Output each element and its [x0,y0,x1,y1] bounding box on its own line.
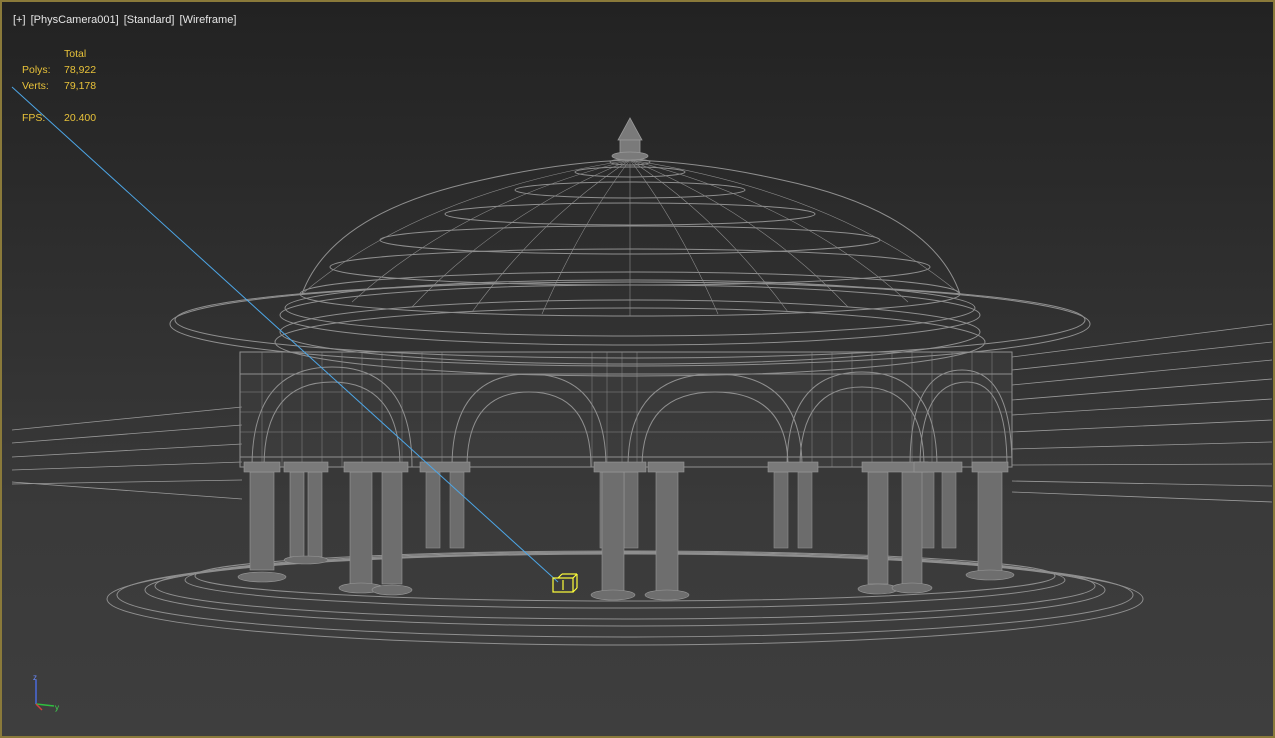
viewport-general-menu[interactable]: [+] [12,14,27,26]
verts-value: 79,178 [64,80,97,92]
gazebo-arcade [239,351,1013,468]
dome-finial [611,117,649,161]
viewport-standard-menu[interactable]: [Standard] [123,14,176,26]
verts-label: Verts: [22,80,49,92]
viewport-camera-wireframe[interactable]: [+] [PhysCamera001] [Standard] [Wirefram… [0,0,1275,738]
axis-y-label: y [55,703,59,712]
polys-label: Polys: [22,64,51,76]
viewport-shading-menu[interactable]: [Wireframe] [179,14,238,26]
viewport-label-menu: [+] [PhysCamera001] [Standard] [Wirefram… [12,14,237,26]
axis-tripod-icon: z y [33,674,59,712]
camera-target-box[interactable] [552,573,578,593]
column-capitals [243,461,1009,473]
fps-value: 20.400 [64,112,97,124]
axis-z-label: z [33,674,37,682]
viewport-statistics: Total Polys: 78,922 Verts: 79,178 FPS: 20.4… [22,46,96,126]
wireframe-scene[interactable] [2,2,1275,738]
stats-header: Total [64,48,87,60]
camera-target-line [11,86,559,583]
polys-value: 78,922 [64,64,97,76]
fps-label: FPS: [22,112,46,124]
viewport-point-of-view-menu[interactable]: [PhysCamera001] [30,14,120,26]
